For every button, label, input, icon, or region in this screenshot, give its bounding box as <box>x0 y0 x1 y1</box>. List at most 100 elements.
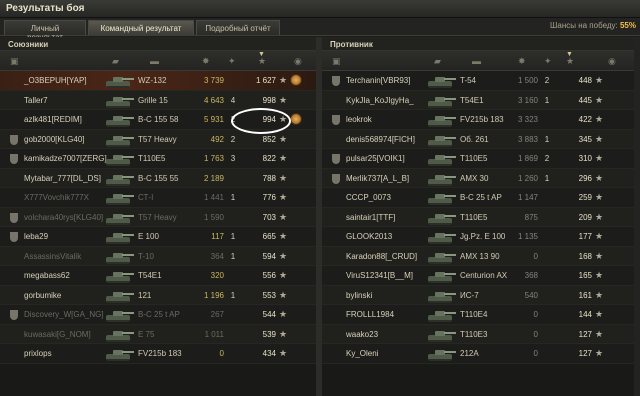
medal-column-icon[interactable]: ◉ <box>608 56 616 67</box>
player-row[interactable]: CCCP_0073 B-C 25 t AP 1 147 259 ★ <box>322 188 640 208</box>
experience-column-icon[interactable]: ★ <box>566 56 574 67</box>
player-row[interactable]: denis568974[FICH] Об. 261 3 883 1 345 ★ <box>322 129 640 149</box>
player-name[interactable]: Terchanin[VBR93] <box>346 76 410 85</box>
damage-value: 0 <box>533 251 538 261</box>
vehicle-name: B-C 25 t AP <box>460 193 502 202</box>
player-name[interactable]: kuwasaki[G_NOM] <box>24 330 91 339</box>
player-name[interactable]: volchara40rys[KLG40] <box>24 213 103 222</box>
player-row[interactable]: Terchanin[VBR93] T-54 1 500 2 448 ★ <box>322 71 640 91</box>
player-row[interactable]: Mytabar_777[DL_DS] B-C 155 55 2 189 788 ★ <box>0 168 316 188</box>
medal-column-icon[interactable]: ◉ <box>294 56 302 67</box>
player-name[interactable]: Mytabar_777[DL_DS] <box>24 174 101 183</box>
player-name[interactable]: X777Vovchik777X <box>24 193 89 202</box>
damage-value: 1 196 <box>203 290 224 300</box>
platoon-icon <box>332 154 340 164</box>
vehicle-column-icon[interactable]: ▬ <box>150 56 159 66</box>
tab-personal-result[interactable]: Личный результат <box>4 20 86 42</box>
damage-value: 0 <box>219 349 224 358</box>
damage-value: 1 135 <box>517 232 538 241</box>
frags-value: 1 <box>230 193 236 202</box>
player-name[interactable]: waako23 <box>346 330 378 339</box>
player-name[interactable]: leba29 <box>24 232 48 241</box>
vehicle-name: B-C 155 58 <box>138 115 179 124</box>
player-row[interactable]: ViruS12341[B__M] Centurion AX 368 165 ★ <box>322 266 640 286</box>
player-name[interactable]: leokrok <box>346 115 372 124</box>
player-row[interactable]: Ky_Oleni 212A 0 127 ★ <box>322 344 640 364</box>
star-icon: ★ <box>595 133 604 144</box>
player-row[interactable]: Merlik737[A_L_B] AMX 30 1 260 1 296 ★ <box>322 168 640 188</box>
tab-team-result[interactable]: Командный результат <box>88 20 194 35</box>
player-name[interactable]: ViruS12341[B__M] <box>346 271 413 280</box>
experience-value: 556 <box>262 271 276 280</box>
player-row[interactable]: pulsar25[VOIK1] T110E5 1 869 2 310 ★ <box>322 149 640 169</box>
scrollbar[interactable] <box>634 37 640 396</box>
player-row[interactable]: KykJIa_KoJIgyHa_ T54E1 3 160 1 445 ★ <box>322 90 640 110</box>
vehicle-icon <box>104 92 136 110</box>
damage-column-icon[interactable]: ✸ <box>518 56 526 67</box>
star-icon: ★ <box>279 250 288 261</box>
vehicle-type-column-icon[interactable]: ▰ <box>434 56 441 67</box>
player-row[interactable]: FROLLL1984 T110E4 0 144 ★ <box>322 305 640 325</box>
player-name[interactable]: Ky_Oleni <box>346 349 378 358</box>
player-row[interactable]: leokrok FV215b 183 3 323 422 ★ <box>322 110 640 130</box>
vehicle-column-icon[interactable]: ▬ <box>472 56 481 66</box>
player-name[interactable]: Taller7 <box>24 96 48 105</box>
damage-column-icon[interactable]: ✸ <box>202 56 210 67</box>
player-name[interactable]: prixlops <box>24 349 52 358</box>
vehicle-icon <box>104 111 136 129</box>
player-row[interactable]: Discovery_W[GA_NG] B-C 25 t AP 267 544 ★ <box>0 305 316 325</box>
player-name[interactable]: pulsar25[VOIK1] <box>346 154 405 163</box>
vehicle-icon <box>426 150 458 168</box>
player-row[interactable]: GLOOK2013 Jg.Pz. E 100 1 135 177 ★ <box>322 227 640 247</box>
player-name[interactable]: CCCP_0073 <box>346 193 391 202</box>
player-row[interactable]: X777Vovchik777X СТ-I 1 441 1 776 ★ <box>0 188 316 208</box>
player-row[interactable]: megabass62 T54E1 320 556 ★ <box>0 266 316 286</box>
damage-value: 267 <box>210 310 224 319</box>
player-name[interactable]: AssassinsVitalik <box>24 252 81 261</box>
player-row[interactable]: saintair1[TTF] T110E5 875 209 ★ <box>322 207 640 227</box>
frags-column-icon[interactable]: ✦ <box>544 56 552 67</box>
player-row[interactable]: leba29 E 100 117 1 665 ★ <box>0 227 316 247</box>
vehicle-icon <box>426 326 458 344</box>
star-icon: ★ <box>595 172 604 183</box>
player-row[interactable]: waako23 T110E3 0 127 ★ <box>322 324 640 344</box>
player-row[interactable]: AssassinsVitalik T-10 364 1 594 ★ <box>0 246 316 266</box>
player-name[interactable]: FROLLL1984 <box>346 310 394 319</box>
player-row[interactable]: kamikadze7007[ZERG] T110E5 1 763 3 822 ★ <box>0 149 316 169</box>
platoon-column-icon[interactable]: ▣ <box>332 56 341 67</box>
player-name[interactable]: KykJIa_KoJIgyHa_ <box>346 96 414 105</box>
player-row[interactable]: Taller7 Grille 15 4 643 4 998 ★ <box>0 90 316 110</box>
experience-column-icon[interactable]: ★ <box>258 56 266 67</box>
platoon-column-icon[interactable]: ▣ <box>10 56 19 67</box>
star-icon: ★ <box>279 153 288 163</box>
player-name[interactable]: Merlik737[A_L_B] <box>346 174 409 183</box>
experience-value: 822 <box>262 154 276 163</box>
player-name[interactable]: saintair1[TTF] <box>346 213 395 222</box>
player-name[interactable]: Karadon88[_CRUD] <box>346 252 417 261</box>
damage-value: 368 <box>524 271 538 280</box>
player-name[interactable]: _O3BEPUH[YAP] <box>24 76 87 85</box>
player-name[interactable]: megabass62 <box>24 271 70 280</box>
player-name[interactable]: azlk481[REDIM] <box>24 115 82 124</box>
player-name[interactable]: bylinski <box>346 291 372 300</box>
player-name[interactable]: Discovery_W[GA_NG] <box>24 310 104 319</box>
vehicle-icon <box>426 228 458 246</box>
player-name[interactable]: gorbumike <box>24 291 61 300</box>
tab-detailed-report[interactable]: Подробный отчёт <box>196 20 280 35</box>
player-name[interactable]: kamikadze7007[ZERG] <box>24 154 107 163</box>
player-row[interactable]: volchara40rys[KLG40] T57 Heavy 1 590 703 ★ <box>0 207 316 227</box>
vehicle-icon <box>426 111 458 129</box>
player-row[interactable]: _O3BEPUH[YAP] WZ-132 3 739 1 627 ★ <box>0 71 316 91</box>
player-name[interactable]: gob2000[KLG40] <box>24 135 85 144</box>
player-row[interactable]: gorbumike 121 1 196 1 553 ★ <box>0 285 316 305</box>
vehicle-name: T-10 <box>138 251 155 261</box>
player-row[interactable]: bylinski ИС-7 540 161 ★ <box>322 285 640 305</box>
vehicle-type-column-icon[interactable]: ▰ <box>112 56 119 67</box>
player-name[interactable]: GLOOK2013 <box>346 232 392 241</box>
player-name[interactable]: denis568974[FICH] <box>346 135 415 144</box>
frags-column-icon[interactable]: ✦ <box>228 56 236 67</box>
player-row[interactable]: prixlops FV215b 183 0 434 ★ <box>0 344 316 364</box>
player-row[interactable]: kuwasaki[G_NOM] E 75 1 011 539 ★ <box>0 324 316 344</box>
damage-value: 3 323 <box>517 115 538 124</box>
player-row[interactable]: Karadon88[_CRUD] AMX 13 90 0 168 ★ <box>322 246 640 266</box>
